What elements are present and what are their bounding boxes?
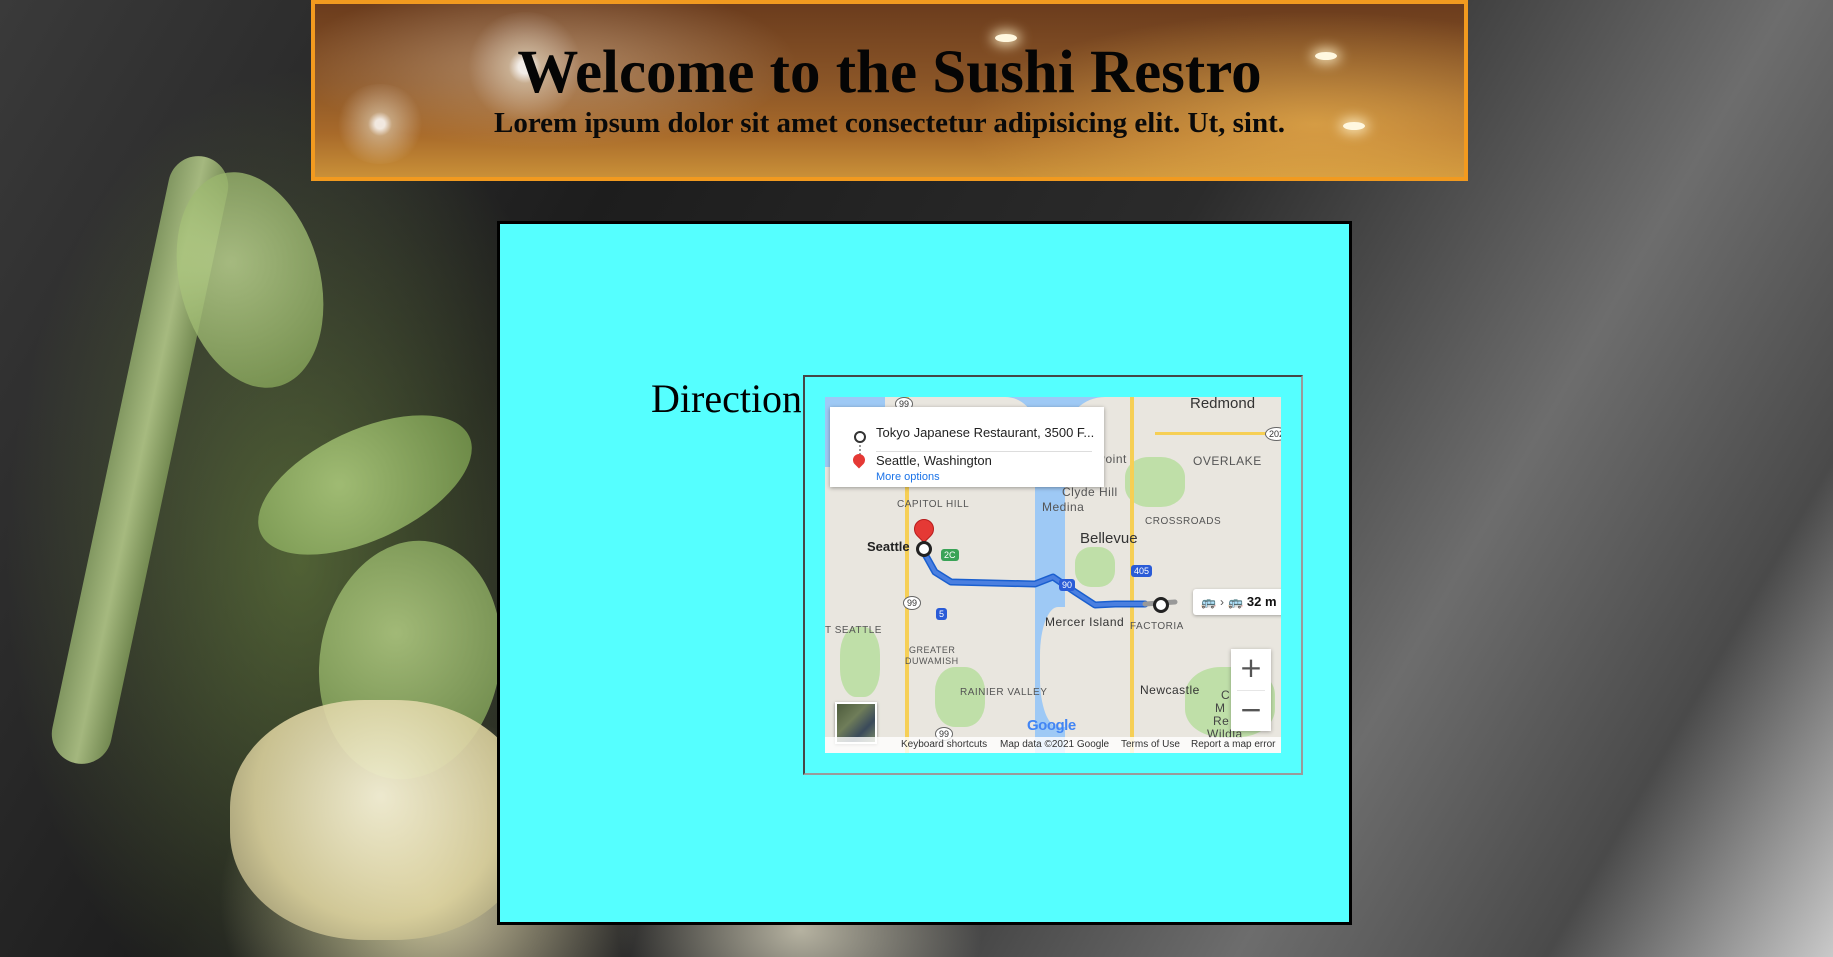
map-label: OVERLAKE bbox=[1193, 454, 1262, 468]
route-origin[interactable]: Tokyo Japanese Restaurant, 3500 F... bbox=[876, 425, 1094, 440]
destination-pin-icon bbox=[850, 451, 868, 469]
bus-icon: 🚌 bbox=[1201, 595, 1216, 609]
route-destination[interactable]: Seattle, Washington bbox=[876, 453, 992, 468]
origin-marker-icon[interactable] bbox=[916, 541, 932, 557]
divider bbox=[876, 451, 1092, 452]
route-card[interactable]: Tokyo Japanese Restaurant, 3500 F... Sea… bbox=[830, 407, 1104, 487]
page-title: Welcome to the Sushi Restro bbox=[517, 39, 1262, 106]
map-label: FACTORIA bbox=[1130, 621, 1184, 632]
map-label: CROSSROADS bbox=[1145, 516, 1222, 527]
highway-badge: 5 bbox=[936, 608, 948, 620]
map-iframe[interactable]: Redmond Point OVERLAKE CAPITOL HILL Clyd… bbox=[803, 375, 1303, 775]
map-data-text: Map data ©2021 Google bbox=[1000, 739, 1110, 750]
page-subtitle: Lorem ipsum dolor sit amet consectetur a… bbox=[493, 107, 1286, 139]
map-label: GREATER bbox=[909, 645, 956, 655]
transit-time-pill[interactable]: 🚌 › 🚌 32 m bbox=[1193, 589, 1281, 615]
map-label: Re bbox=[1213, 714, 1230, 728]
origin-marker-icon[interactable] bbox=[1153, 597, 1169, 613]
map-label: DUWAMISH bbox=[905, 656, 959, 666]
terms-of-use-link[interactable]: Terms of Use bbox=[1121, 739, 1180, 750]
map-label: M bbox=[1215, 701, 1226, 715]
zoom-out-button[interactable]: − bbox=[1231, 691, 1271, 731]
highway-badge: 90 bbox=[1059, 579, 1076, 591]
map-label: C bbox=[1221, 688, 1231, 702]
map-label: Seattle bbox=[867, 539, 910, 554]
highway-badge: 99 bbox=[903, 596, 922, 610]
directions-section: Directions Redmond Point OVERLAKE CAPITO… bbox=[497, 221, 1352, 925]
map-label: Mercer Island bbox=[1045, 615, 1125, 629]
google-logo: Google bbox=[1027, 717, 1076, 734]
report-map-error-link[interactable]: Report a map error bbox=[1191, 739, 1275, 750]
keyboard-shortcuts-link[interactable]: Keyboard shortcuts bbox=[901, 739, 987, 750]
map-label: Bellevue bbox=[1080, 530, 1138, 547]
directions-label: Directions bbox=[651, 376, 801, 421]
transit-time: 32 m bbox=[1246, 594, 1277, 609]
chevron-right-icon: › bbox=[1219, 595, 1224, 609]
map-label: Clyde Hill bbox=[1062, 485, 1118, 499]
background-flower bbox=[230, 700, 530, 940]
map-attribution-bar: Keyboard shortcuts Map data ©2021 Google… bbox=[825, 737, 1281, 753]
map-label: CAPITOL HILL bbox=[897, 499, 970, 510]
map-label: T SEATTLE bbox=[825, 625, 882, 636]
map-label: Medina bbox=[1042, 500, 1085, 514]
map-label: RAINIER VALLEY bbox=[960, 687, 1048, 698]
highway-badge: 405 bbox=[1131, 565, 1153, 577]
zoom-controls: + − bbox=[1231, 649, 1271, 731]
map-label: Newcastle bbox=[1140, 683, 1200, 697]
zoom-in-button[interactable]: + bbox=[1231, 649, 1271, 689]
bus-icon: 🚌 bbox=[1227, 595, 1243, 609]
map-label: Redmond bbox=[1190, 397, 1256, 412]
more-options-link[interactable]: More options bbox=[876, 471, 940, 483]
highway-badge: 202 bbox=[1265, 427, 1281, 441]
google-map[interactable]: Redmond Point OVERLAKE CAPITOL HILL Clyd… bbox=[825, 397, 1281, 753]
header-banner: Welcome to the Sushi Restro Lorem ipsum … bbox=[311, 0, 1468, 181]
highway-badge: 2C bbox=[941, 549, 959, 561]
origin-circle-icon bbox=[854, 431, 866, 443]
